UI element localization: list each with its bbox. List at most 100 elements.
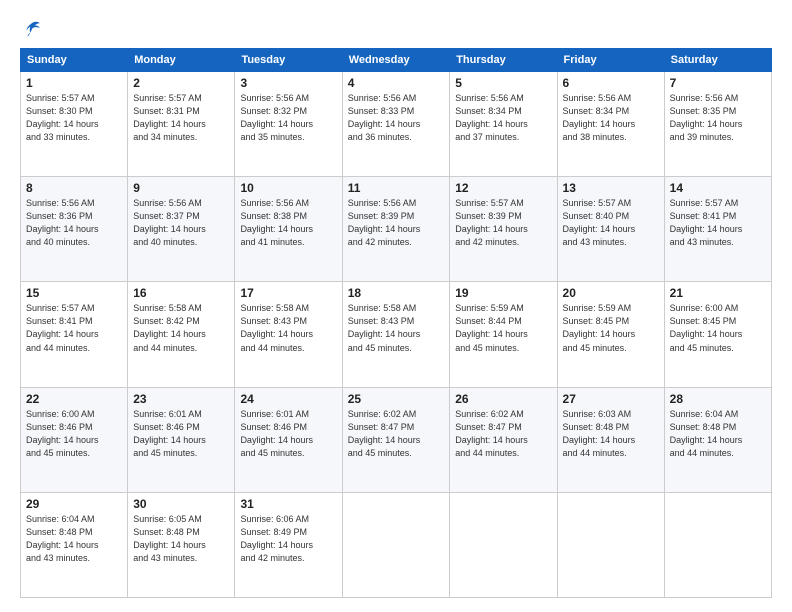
col-friday: Friday (557, 49, 664, 72)
day-number: 6 (563, 76, 659, 90)
calendar-week-row: 8 Sunrise: 5:56 AMSunset: 8:36 PMDaylight… (21, 177, 772, 282)
day-detail: Sunrise: 5:56 AMSunset: 8:36 PMDaylight:… (26, 198, 99, 247)
calendar-day-cell: 3 Sunrise: 5:56 AMSunset: 8:32 PMDaylight… (235, 72, 342, 177)
day-number: 30 (133, 497, 229, 511)
col-tuesday: Tuesday (235, 49, 342, 72)
day-detail: Sunrise: 5:56 AMSunset: 8:32 PMDaylight:… (240, 93, 313, 142)
day-detail: Sunrise: 6:00 AMSunset: 8:45 PMDaylight:… (670, 303, 743, 352)
day-detail: Sunrise: 5:57 AMSunset: 8:40 PMDaylight:… (563, 198, 636, 247)
day-detail: Sunrise: 5:58 AMSunset: 8:42 PMDaylight:… (133, 303, 206, 352)
day-number: 12 (455, 181, 551, 195)
day-number: 5 (455, 76, 551, 90)
calendar-day-cell: 15 Sunrise: 5:57 AMSunset: 8:41 PMDayligh… (21, 282, 128, 387)
day-detail: Sunrise: 6:02 AMSunset: 8:47 PMDaylight:… (348, 409, 421, 458)
day-number: 7 (670, 76, 766, 90)
calendar-week-row: 1 Sunrise: 5:57 AMSunset: 8:30 PMDaylight… (21, 72, 772, 177)
calendar-day-cell: 21 Sunrise: 6:00 AMSunset: 8:45 PMDayligh… (664, 282, 771, 387)
calendar-day-cell: 20Sunrise: 5:59 AMSunset: 8:45 PMDayligh… (557, 282, 664, 387)
col-monday: Monday (128, 49, 235, 72)
day-number: 17 (240, 286, 336, 300)
calendar-day-cell: 7 Sunrise: 5:56 AMSunset: 8:35 PMDaylight… (664, 72, 771, 177)
calendar-day-cell: 14Sunrise: 5:57 AMSunset: 8:41 PMDayligh… (664, 177, 771, 282)
day-detail: Sunrise: 5:56 AMSunset: 8:35 PMDaylight:… (670, 93, 743, 142)
day-detail: Sunrise: 6:04 AMSunset: 8:48 PMDaylight:… (670, 409, 743, 458)
day-number: 28 (670, 392, 766, 406)
day-number: 21 (670, 286, 766, 300)
calendar-day-cell: 4 Sunrise: 5:56 AMSunset: 8:33 PMDaylight… (342, 72, 450, 177)
day-detail: Sunrise: 5:59 AMSunset: 8:44 PMDaylight:… (455, 303, 528, 352)
calendar-day-cell: 29 Sunrise: 6:04 AMSunset: 8:48 PMDayligh… (21, 492, 128, 597)
day-detail: Sunrise: 5:57 AMSunset: 8:39 PMDaylight:… (455, 198, 528, 247)
day-detail: Sunrise: 5:56 AMSunset: 8:33 PMDaylight:… (348, 93, 421, 142)
logo (20, 18, 46, 40)
calendar-day-cell: 10 Sunrise: 5:56 AMSunset: 8:38 PMDayligh… (235, 177, 342, 282)
day-detail: Sunrise: 6:01 AMSunset: 8:46 PMDaylight:… (240, 409, 313, 458)
day-number: 15 (26, 286, 122, 300)
col-saturday: Saturday (664, 49, 771, 72)
day-number: 29 (26, 497, 122, 511)
calendar-day-cell: 1 Sunrise: 5:57 AMSunset: 8:30 PMDaylight… (21, 72, 128, 177)
calendar-day-cell: 2Sunrise: 5:57 AMSunset: 8:31 PMDaylight… (128, 72, 235, 177)
col-wednesday: Wednesday (342, 49, 450, 72)
calendar-day-cell: 19 Sunrise: 5:59 AMSunset: 8:44 PMDayligh… (450, 282, 557, 387)
calendar-header-row: Sunday Monday Tuesday Wednesday Thursday… (21, 49, 772, 72)
logo-bird-icon (20, 18, 42, 40)
calendar-day-cell: 31Sunrise: 6:06 AMSunset: 8:49 PMDayligh… (235, 492, 342, 597)
calendar-day-cell: 11Sunrise: 5:56 AMSunset: 8:39 PMDayligh… (342, 177, 450, 282)
day-number: 16 (133, 286, 229, 300)
day-detail: Sunrise: 6:02 AMSunset: 8:47 PMDaylight:… (455, 409, 528, 458)
day-number: 1 (26, 76, 122, 90)
day-detail: Sunrise: 6:05 AMSunset: 8:48 PMDaylight:… (133, 514, 206, 563)
calendar-day-cell: 18 Sunrise: 5:58 AMSunset: 8:43 PMDayligh… (342, 282, 450, 387)
day-detail: Sunrise: 5:58 AMSunset: 8:43 PMDaylight:… (240, 303, 313, 352)
calendar-table: Sunday Monday Tuesday Wednesday Thursday… (20, 48, 772, 598)
day-detail: Sunrise: 6:03 AMSunset: 8:48 PMDaylight:… (563, 409, 636, 458)
calendar-day-cell: 5 Sunrise: 5:56 AMSunset: 8:34 PMDaylight… (450, 72, 557, 177)
day-number: 22 (26, 392, 122, 406)
calendar-day-cell: 27 Sunrise: 6:03 AMSunset: 8:48 PMDayligh… (557, 387, 664, 492)
day-detail: Sunrise: 6:04 AMSunset: 8:48 PMDaylight:… (26, 514, 99, 563)
day-number: 10 (240, 181, 336, 195)
calendar-day-cell: 6 Sunrise: 5:56 AMSunset: 8:34 PMDaylight… (557, 72, 664, 177)
calendar-day-cell: 30 Sunrise: 6:05 AMSunset: 8:48 PMDayligh… (128, 492, 235, 597)
calendar-day-cell: 8 Sunrise: 5:56 AMSunset: 8:36 PMDaylight… (21, 177, 128, 282)
day-number: 26 (455, 392, 551, 406)
calendar-day-cell: 24 Sunrise: 6:01 AMSunset: 8:46 PMDayligh… (235, 387, 342, 492)
day-number: 18 (348, 286, 445, 300)
day-detail: Sunrise: 6:06 AMSunset: 8:49 PMDaylight:… (240, 514, 313, 563)
day-number: 27 (563, 392, 659, 406)
page-header (20, 18, 772, 40)
day-detail: Sunrise: 5:56 AMSunset: 8:34 PMDaylight:… (455, 93, 528, 142)
calendar-day-cell: 12 Sunrise: 5:57 AMSunset: 8:39 PMDayligh… (450, 177, 557, 282)
day-detail: Sunrise: 5:58 AMSunset: 8:43 PMDaylight:… (348, 303, 421, 352)
day-number: 9 (133, 181, 229, 195)
day-detail: Sunrise: 5:57 AMSunset: 8:30 PMDaylight:… (26, 93, 99, 142)
calendar-day-cell (450, 492, 557, 597)
day-number: 14 (670, 181, 766, 195)
col-thursday: Thursday (450, 49, 557, 72)
calendar-day-cell: 25 Sunrise: 6:02 AMSunset: 8:47 PMDayligh… (342, 387, 450, 492)
calendar-day-cell: 23 Sunrise: 6:01 AMSunset: 8:46 PMDayligh… (128, 387, 235, 492)
calendar-day-cell (664, 492, 771, 597)
day-number: 23 (133, 392, 229, 406)
day-detail: Sunrise: 5:56 AMSunset: 8:38 PMDaylight:… (240, 198, 313, 247)
day-number: 11 (348, 181, 445, 195)
day-detail: Sunrise: 5:57 AMSunset: 8:41 PMDaylight:… (26, 303, 99, 352)
calendar-day-cell: 13Sunrise: 5:57 AMSunset: 8:40 PMDayligh… (557, 177, 664, 282)
day-detail: Sunrise: 5:56 AMSunset: 8:37 PMDaylight:… (133, 198, 206, 247)
calendar-day-cell: 22Sunrise: 6:00 AMSunset: 8:46 PMDayligh… (21, 387, 128, 492)
day-number: 2 (133, 76, 229, 90)
day-number: 8 (26, 181, 122, 195)
day-number: 24 (240, 392, 336, 406)
calendar-week-row: 22Sunrise: 6:00 AMSunset: 8:46 PMDayligh… (21, 387, 772, 492)
day-number: 19 (455, 286, 551, 300)
day-number: 4 (348, 76, 445, 90)
calendar-day-cell: 28 Sunrise: 6:04 AMSunset: 8:48 PMDayligh… (664, 387, 771, 492)
day-detail: Sunrise: 6:01 AMSunset: 8:46 PMDaylight:… (133, 409, 206, 458)
day-number: 3 (240, 76, 336, 90)
calendar-day-cell: 16 Sunrise: 5:58 AMSunset: 8:42 PMDayligh… (128, 282, 235, 387)
day-number: 25 (348, 392, 445, 406)
day-detail: Sunrise: 5:56 AMSunset: 8:34 PMDaylight:… (563, 93, 636, 142)
calendar-day-cell: 26 Sunrise: 6:02 AMSunset: 8:47 PMDayligh… (450, 387, 557, 492)
calendar-day-cell: 9 Sunrise: 5:56 AMSunset: 8:37 PMDaylight… (128, 177, 235, 282)
